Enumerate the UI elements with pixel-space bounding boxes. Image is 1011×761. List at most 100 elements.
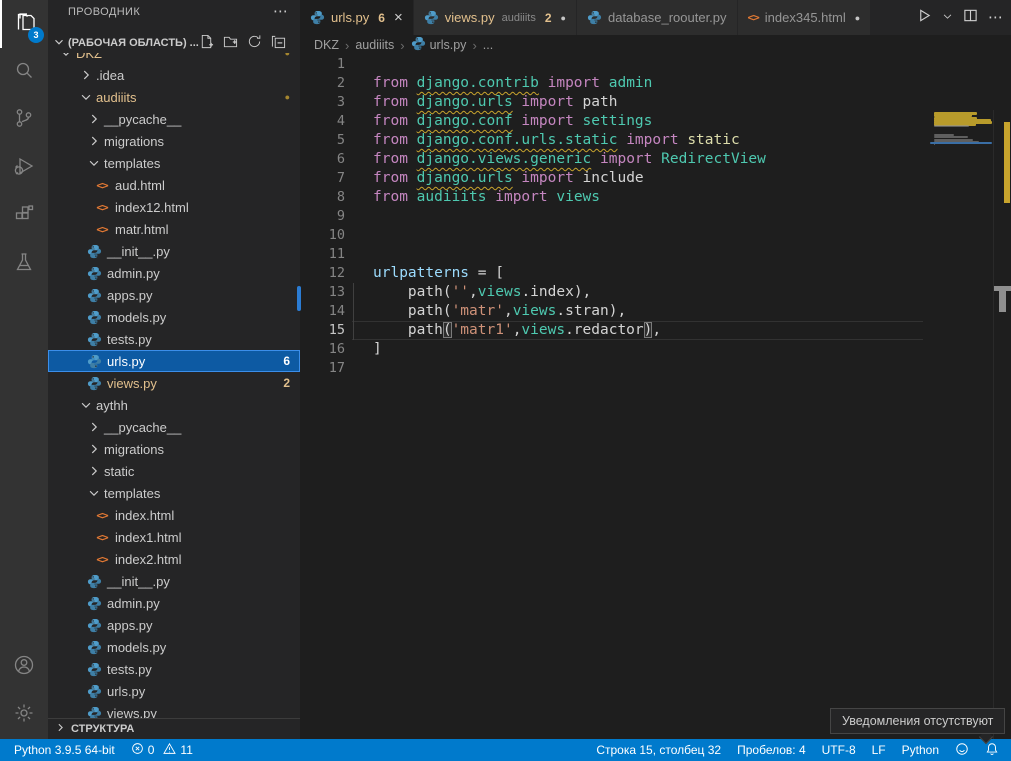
chevron-right-icon: [86, 111, 102, 127]
activity-item-search[interactable]: [0, 48, 48, 96]
code-line-4: from django.conf import settings: [373, 112, 652, 131]
line-number-2[interactable]: 2: [300, 74, 345, 93]
collapse-all-icon[interactable]: [271, 34, 286, 52]
status-indentation[interactable]: Пробелов: 4: [729, 739, 814, 761]
line-number-10[interactable]: 10: [300, 226, 345, 245]
breadcrumb-separator: ›: [400, 38, 404, 53]
status-eol[interactable]: LF: [864, 739, 894, 761]
tree-item--init-py[interactable]: __init__.py: [48, 570, 300, 592]
tree-item-models-py[interactable]: models.py: [48, 636, 300, 658]
breadcrumb-item-3[interactable]: ...: [483, 38, 493, 52]
tree-item-label: templates: [104, 156, 160, 171]
status-problems[interactable]: 011: [123, 739, 201, 761]
activity-item-explorer[interactable]: 3: [0, 0, 50, 48]
status-language[interactable]: Python: [894, 739, 947, 761]
line-number-13[interactable]: 13: [300, 283, 345, 302]
tab-urls-py[interactable]: urls.py6×: [300, 0, 414, 35]
outline-section-header[interactable]: СТРУКТУРА: [48, 718, 300, 739]
minimap[interactable]: [928, 110, 993, 761]
tree-item-matr-html[interactable]: <>matr.html: [48, 218, 300, 240]
new-file-icon[interactable]: [199, 34, 214, 52]
line-number-4[interactable]: 4: [300, 112, 345, 131]
code-line-16: ]: [373, 340, 382, 359]
line-number-11[interactable]: 11: [300, 245, 345, 264]
new-folder-icon[interactable]: [223, 34, 238, 52]
tab-views-py[interactable]: views.pyaudiiits2●: [414, 0, 577, 35]
python-file-icon: [86, 595, 102, 611]
code-editor[interactable]: 1234567891011121314151617 from django.co…: [300, 55, 1011, 739]
line-number-8[interactable]: 8: [300, 188, 345, 207]
line-number-7[interactable]: 7: [300, 169, 345, 188]
tree-item-label: views.py: [107, 376, 157, 391]
tree-item-templates[interactable]: templates: [48, 152, 300, 174]
tree-item-migrations[interactable]: migrations: [48, 130, 300, 152]
tree-item-index-html[interactable]: <>index.html: [48, 504, 300, 526]
tree-item--idea[interactable]: .idea: [48, 64, 300, 86]
chevron-down-icon: [78, 397, 94, 413]
close-icon[interactable]: ×: [394, 10, 403, 25]
breadcrumb-label: ...: [483, 38, 493, 52]
tree-item-apps-py[interactable]: apps.py: [48, 614, 300, 636]
activity-item-source-control[interactable]: [0, 96, 48, 144]
activity-item-extensions[interactable]: [0, 192, 48, 240]
tree-item-index1-html[interactable]: <>index1.html: [48, 526, 300, 548]
tree-item-aud-html[interactable]: <>aud.html: [48, 174, 300, 196]
status-notifications-bell[interactable]: [977, 739, 1007, 761]
line-number-5[interactable]: 5: [300, 131, 345, 150]
tree-item-audiiits[interactable]: audiiits●: [48, 86, 300, 108]
line-number-12[interactable]: 12: [300, 264, 345, 283]
python-file-icon: [86, 683, 102, 699]
workspace-section-header[interactable]: (РАБОЧАЯ ОБЛАСТЬ) ...: [48, 33, 300, 53]
breadcrumb-item-0[interactable]: DKZ: [314, 38, 339, 52]
line-number-17[interactable]: 17: [300, 359, 345, 378]
status-label: UTF-8: [822, 743, 856, 757]
activity-item-run-debug[interactable]: [0, 144, 48, 192]
activity-item-settings[interactable]: [0, 691, 48, 739]
line-number-14[interactable]: 14: [300, 302, 345, 321]
tree-item-admin-py[interactable]: admin.py: [48, 262, 300, 284]
tree-item--pycache-[interactable]: __pycache__: [48, 416, 300, 438]
line-number-6[interactable]: 6: [300, 150, 345, 169]
more-actions-icon[interactable]: ⋯: [988, 8, 1003, 27]
activity-item-testing[interactable]: [0, 240, 48, 288]
status-encoding[interactable]: UTF-8: [814, 739, 864, 761]
run-icon[interactable]: [917, 8, 932, 28]
line-number-1[interactable]: 1: [300, 55, 345, 74]
refresh-icon[interactable]: [247, 34, 262, 52]
overview-ruler-scrollbar[interactable]: [993, 110, 1011, 761]
status-cursor-position[interactable]: Строка 15, столбец 32: [588, 739, 729, 761]
tree-item-tests-py[interactable]: tests.py: [48, 328, 300, 350]
explorer-more-icon[interactable]: ⋯: [273, 2, 288, 20]
tree-item-migrations[interactable]: migrations: [48, 438, 300, 460]
tree-item-index2-html[interactable]: <>index2.html: [48, 548, 300, 570]
tree-item-admin-py[interactable]: admin.py: [48, 592, 300, 614]
split-editor-icon[interactable]: [963, 8, 978, 28]
tree-item-templates[interactable]: templates: [48, 482, 300, 504]
activity-item-account[interactable]: [0, 643, 48, 691]
tree-item-label: index2.html: [115, 552, 181, 567]
line-number-16[interactable]: 16: [300, 340, 345, 359]
tree-item-views-py[interactable]: views.py2: [48, 372, 300, 394]
breadcrumb-item-1[interactable]: audiiits: [355, 38, 394, 52]
tree-item-urls-py[interactable]: urls.py: [48, 680, 300, 702]
sash-indicator[interactable]: [297, 286, 301, 311]
tab-database-roouter-py[interactable]: database_roouter.py: [577, 0, 738, 35]
tree-item-apps-py[interactable]: apps.py: [48, 284, 300, 306]
line-number-15[interactable]: 15: [300, 321, 345, 340]
run-dropdown-icon[interactable]: [942, 9, 953, 27]
tree-item-urls-py[interactable]: urls.py6: [48, 350, 300, 372]
tree-item-aythh[interactable]: aythh: [48, 394, 300, 416]
code-line-8: from audiiits import views: [373, 188, 600, 207]
tree-item-index12-html[interactable]: <>index12.html: [48, 196, 300, 218]
status-python-version[interactable]: Python 3.9.5 64-bit: [6, 739, 123, 761]
tree-item-static[interactable]: static: [48, 460, 300, 482]
line-number-3[interactable]: 3: [300, 93, 345, 112]
tree-item--pycache-[interactable]: __pycache__: [48, 108, 300, 130]
tree-item-models-py[interactable]: models.py: [48, 306, 300, 328]
tree-item--init-py[interactable]: __init__.py: [48, 240, 300, 262]
tab-index345-html[interactable]: <>index345.html●: [738, 0, 872, 35]
tree-item-tests-py[interactable]: tests.py: [48, 658, 300, 680]
breadcrumb-item-2[interactable]: urls.py: [411, 36, 467, 54]
line-number-9[interactable]: 9: [300, 207, 345, 226]
status-feedback[interactable]: [947, 739, 977, 761]
